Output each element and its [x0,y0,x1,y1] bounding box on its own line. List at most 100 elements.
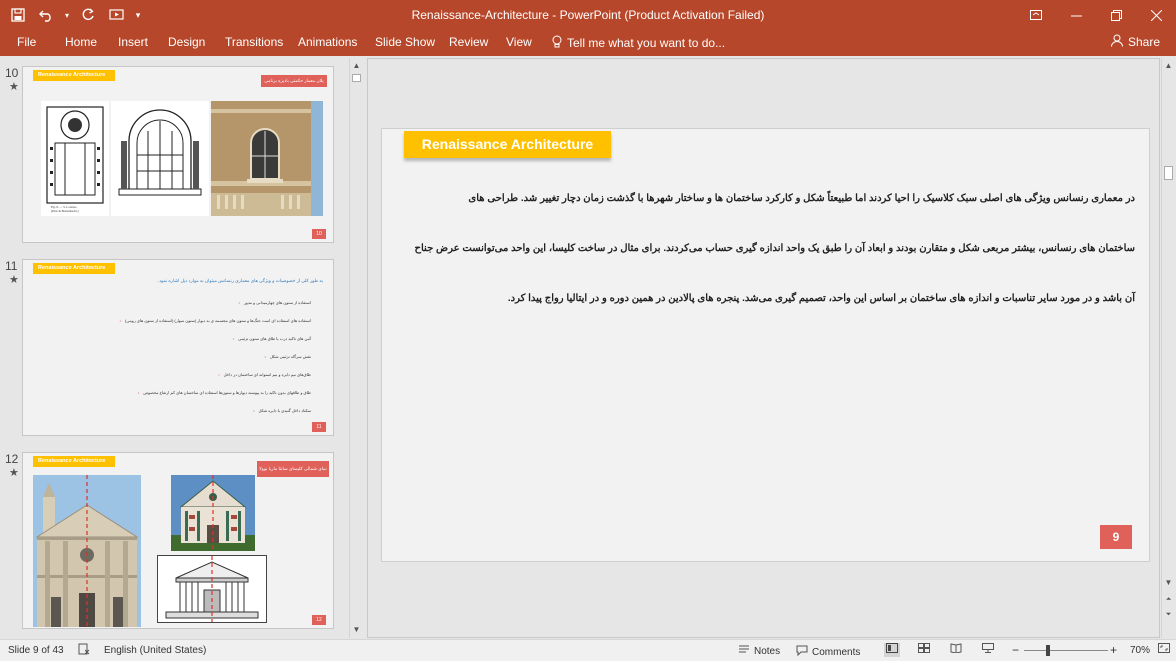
thumbnail-intro-text: به طور کلی از خصوصیات و ویژگی های معماری… [156,278,324,283]
window-title: Renaissance-Architecture - PowerPoint (P… [411,8,765,22]
title-bar: ▾ ▾ Renaissance-Architecture - PowerPoin… [0,0,1176,30]
scroll-up-arrow-icon[interactable]: ▲ [350,60,363,72]
lightbulb-icon [552,35,562,51]
scroll-down-arrow-icon[interactable]: ▼ [350,624,363,636]
slide-sorter-icon[interactable] [916,643,932,657]
current-slide[interactable]: Renaissance Architecture در معماری رنسان… [381,128,1150,562]
spell-check-icon[interactable] [76,643,92,657]
share-button[interactable]: Share [1110,34,1160,50]
undo-icon[interactable] [34,4,58,26]
share-label: Share [1127,35,1160,49]
notes-button[interactable]: Notes [738,645,780,658]
church-photo-image [33,475,141,627]
slide-thumbnail-pane: 10 ★ Renaissance Architecture پلان معمار… [0,56,364,638]
slide-thumbnail-12[interactable]: Renaissance Architecture نمای شمالی کلیس… [22,452,334,629]
comments-label: Comments [812,646,861,658]
slide-editing-area: Renaissance Architecture در معماری رنسان… [367,58,1160,638]
scrollbar-thumb[interactable] [1164,166,1173,180]
zoom-level[interactable]: 70% [1130,645,1150,656]
tab-home[interactable]: Home [65,35,97,49]
tab-insert[interactable]: Insert [118,35,148,49]
thumbnail-bullet: طاق‌های نیم دایره و نیم استوانه ای ساختم… [218,372,311,377]
normal-view-icon[interactable] [884,643,900,657]
editor-scrollbar[interactable]: ▲ ▼ ⏶ ⏷ [1161,58,1175,638]
thumbnail-tag: Renaissance Architecture [33,456,115,467]
slide-show-icon[interactable] [980,643,996,657]
thumbnail-tag: Renaissance Architecture [33,70,115,81]
animation-star-icon: ★ [9,81,19,93]
slide-text-line[interactable]: آن باشد و در مورد سایر تناسبات و اندازه … [508,293,1135,304]
restore-icon[interactable] [1096,0,1136,30]
start-from-beginning-icon[interactable] [104,4,128,26]
tab-slide-show[interactable]: Slide Show [375,35,435,49]
temple-drawing-image [157,555,267,623]
thumbnail-page-number: 12 [312,615,326,625]
notes-label: Notes [754,646,781,657]
palazzo-photo-image [211,101,323,216]
animation-star-icon: ★ [9,274,19,286]
slide-page-number: 9 [1100,525,1132,549]
quick-access-toolbar: ▾ ▾ [6,4,144,26]
thumbnail-bullet: سکناد داخل گنبدی با دایره شکل [253,408,312,413]
thumbnail-bullet: استفاده های استفاده ای است جنگ‌ها و ستون… [120,318,311,323]
reading-view-icon[interactable] [948,643,964,657]
next-slide-icon[interactable]: ⏷ [1162,609,1175,621]
tab-transitions[interactable]: Transitions [225,35,283,49]
ribbon-tab-bar: File Home Insert Design Transitions Anim… [0,30,1176,56]
comments-button[interactable]: Comments [796,645,860,659]
window-drawing-image [111,101,209,216]
thumbnail-number: 12 [5,452,19,466]
person-icon [1110,34,1123,50]
tab-design[interactable]: Design [168,35,205,49]
slide-thumbnail-10[interactable]: Renaissance Architecture پلان معمار حکمت… [22,66,334,243]
zoom-out-button[interactable]: − [1012,643,1019,657]
scrollbar-thumb[interactable] [352,74,361,82]
language-indicator[interactable]: English (United States) [104,645,206,656]
ribbon-display-options-icon[interactable] [1016,0,1056,30]
save-icon[interactable] [6,4,30,26]
close-icon[interactable] [1136,0,1176,30]
tell-me-search[interactable]: Tell me what you want to do... [552,35,725,51]
status-bar: Slide 9 of 43 English (United States) No… [0,639,1176,661]
zoom-slider-knob[interactable] [1046,645,1050,656]
tab-review[interactable]: Review [449,35,488,49]
tab-file[interactable]: File [17,35,36,49]
zoom-slider[interactable] [1024,650,1108,651]
slide-count[interactable]: Slide 9 of 43 [8,645,64,656]
window-controls [1016,0,1176,30]
zoom-in-button[interactable]: + [1110,643,1117,657]
thumbnail-bullet: آئین های تاکید درب یا طاق های ستون تزئین… [233,336,311,341]
tab-animations[interactable]: Animations [298,35,357,49]
minimize-icon[interactable] [1056,0,1096,30]
thumbnail-scrollbar[interactable]: ▲ ▼ [349,58,363,638]
thumbnail-title-label: پلان معمار حکمتی بادیزه برنامی [261,75,327,87]
floor-plan-caption: Fig. 8. — S. Lorenzo. (Plan de Brunelles… [51,205,79,213]
thumbnail-bullet: استفاده از ستون های چهارمیدانی و مدور [239,300,311,305]
scroll-up-arrow-icon[interactable]: ▲ [1162,60,1175,72]
thumbnail-tag: Renaissance Architecture [33,263,115,274]
animation-star-icon: ★ [9,467,19,479]
thumbnail-page-number: 10 [312,229,326,239]
thumbnail-title-label: نمای شمالی کلیسای سانتا ماریا نوولا [257,461,329,477]
slide-title-tag[interactable]: Renaissance Architecture [404,131,611,158]
floor-plan-image: Fig. 8. — S. Lorenzo. (Plan de Brunelles… [41,101,109,216]
thumbnail-number: 10 [5,66,19,80]
redo-icon[interactable] [76,4,100,26]
tab-view[interactable]: View [506,35,532,49]
thumbnail-page-number: 11 [312,422,326,432]
slide-text-line[interactable]: در معماری رنسانس ویژگی های اصلی سبک کلاس… [468,193,1135,204]
scroll-down-arrow-icon[interactable]: ▼ [1162,577,1175,589]
thumbnail-number: 11 [5,259,18,273]
comment-icon [796,645,808,659]
slide-text-line[interactable]: ساختمان های رنسانس، بیشتر مربعی شکل و مت… [415,243,1135,254]
customize-toolbar-icon[interactable]: ▾ [132,4,144,26]
fit-slide-icon[interactable] [1156,643,1172,657]
thumbnail-bullet: طاق و طاقهای بدون تاکید را به پیوسته دیو… [138,390,311,395]
tell-me-label: Tell me what you want to do... [567,36,726,50]
facade-photo-image [171,475,255,551]
slide-thumbnail-11[interactable]: Renaissance Architecture به طور کلی از خ… [22,259,334,436]
thumbnail-bullet: نقش سرگاه تزئینی شکل [264,354,311,359]
notes-icon [738,645,750,658]
previous-slide-icon[interactable]: ⏶ [1162,594,1175,606]
undo-dropdown-icon[interactable]: ▾ [62,4,72,26]
